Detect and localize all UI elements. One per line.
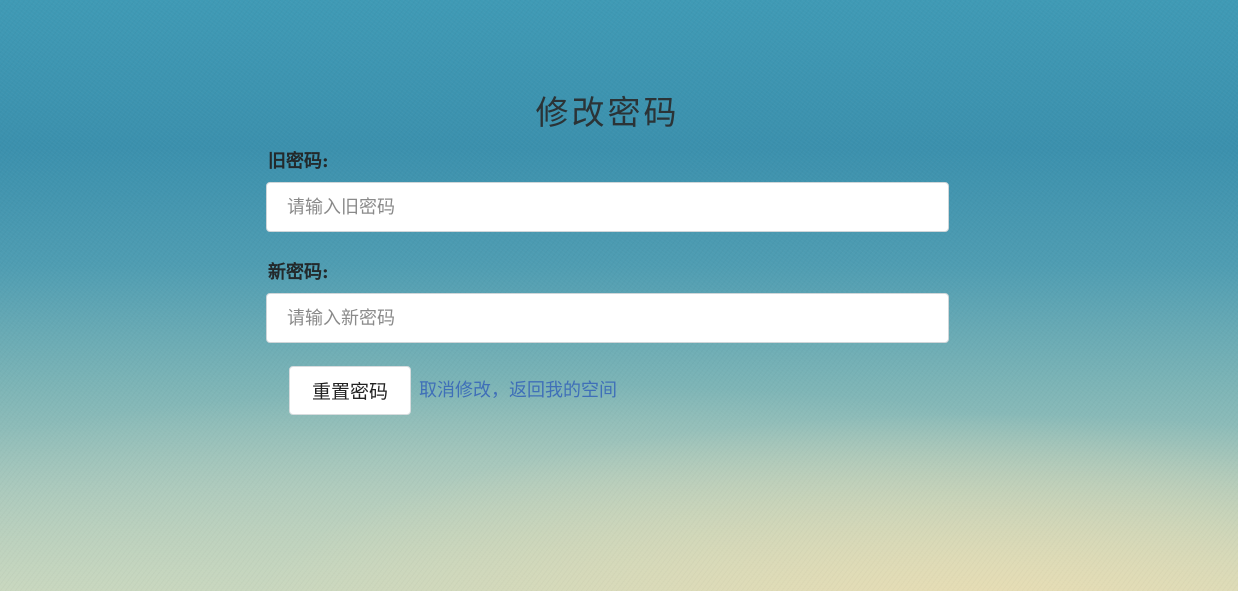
old-password-input[interactable]: [266, 182, 949, 232]
cancel-return-link[interactable]: 取消修改，返回我的空间: [419, 376, 617, 402]
page-title: 修改密码: [535, 93, 680, 132]
new-password-input[interactable]: [266, 293, 949, 343]
old-password-label: 旧密码:: [268, 151, 329, 172]
reset-password-button[interactable]: 重置密码: [289, 366, 411, 415]
new-password-label: 新密码:: [268, 262, 329, 283]
